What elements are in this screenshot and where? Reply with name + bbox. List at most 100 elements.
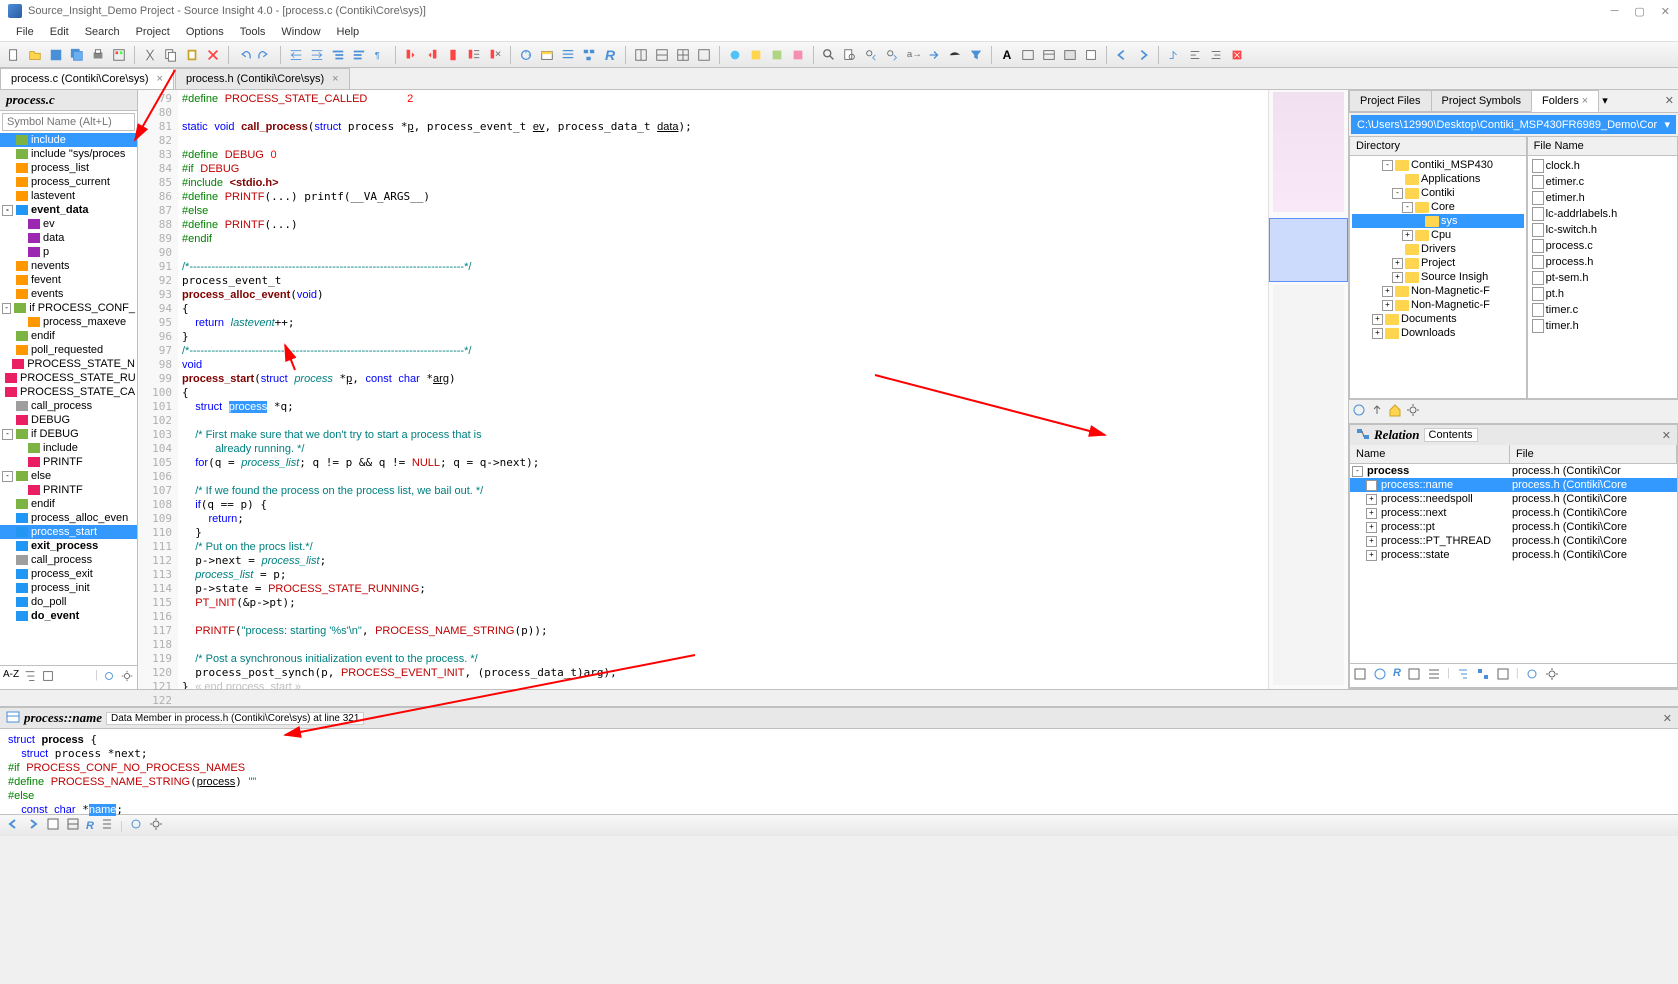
rel-btn7[interactable]	[1476, 667, 1490, 684]
file-item[interactable]: process.h	[1530, 254, 1675, 270]
menu-tools[interactable]: Tools	[232, 24, 274, 40]
split-4-button[interactable]	[673, 45, 693, 65]
symbol-item[interactable]: do_poll	[0, 595, 137, 609]
sym-tree-button[interactable]	[23, 669, 37, 686]
symbol-item[interactable]: fevent	[0, 273, 137, 287]
relation-item[interactable]: +process::nextprocess.h (Contiki\Core	[1350, 506, 1677, 520]
directory-item[interactable]: +Documents	[1352, 312, 1524, 326]
directory-item[interactable]: +Non-Magnetic-F	[1352, 298, 1524, 312]
tab-overflow-button[interactable]: ▾	[1598, 90, 1612, 112]
expand-icon[interactable]: -	[1352, 466, 1363, 477]
maximize-button[interactable]: ▢	[1634, 5, 1644, 18]
symbol-item[interactable]: data	[0, 231, 137, 245]
symbol-item[interactable]: include	[0, 133, 137, 147]
indent-button[interactable]	[349, 45, 369, 65]
right-tab[interactable]: Project Symbols	[1431, 90, 1532, 112]
bookmark-toggle-button[interactable]	[443, 45, 463, 65]
project-button[interactable]	[537, 45, 557, 65]
menu-edit[interactable]: Edit	[42, 24, 77, 40]
expand-icon[interactable]: +	[1366, 536, 1377, 547]
menu-file[interactable]: File	[8, 24, 42, 40]
relation-close-button[interactable]: ✕	[1662, 429, 1671, 442]
directory-item[interactable]: +Source Insigh	[1352, 270, 1524, 284]
menu-search[interactable]: Search	[77, 24, 128, 40]
tool3-button[interactable]	[1060, 45, 1080, 65]
sym-settings-button[interactable]	[120, 669, 134, 686]
code-content[interactable]: #define PROCESS_STATE_CALLED 2 static vo…	[178, 90, 1268, 689]
folder-refresh-button[interactable]	[1352, 403, 1366, 420]
symbol-item[interactable]: -if PROCESS_CONF_	[0, 301, 137, 315]
options-button[interactable]	[109, 45, 129, 65]
symbol-item[interactable]: process_maxeve	[0, 315, 137, 329]
directory-item[interactable]: +Project	[1352, 256, 1524, 270]
right-dock-close-button[interactable]: ✕	[1665, 94, 1674, 107]
delete-button[interactable]	[203, 45, 223, 65]
highlight3-button[interactable]	[767, 45, 787, 65]
filter-button[interactable]	[966, 45, 986, 65]
folder-up-button[interactable]	[1370, 403, 1384, 420]
rel-btn6[interactable]	[1456, 667, 1470, 684]
expand-icon[interactable]: +	[1392, 272, 1403, 283]
expand-icon[interactable]: +	[1402, 230, 1413, 241]
expand-icon[interactable]: -	[2, 205, 13, 216]
symbol-item[interactable]: PRINTF	[0, 455, 137, 469]
relation-list[interactable]: -processprocess.h (Contiki\Cor+process::…	[1350, 464, 1677, 663]
folder-path-dropdown[interactable]: C:\Users\12990\Desktop\Contiki_MSP430FR6…	[1351, 115, 1676, 134]
expand-icon[interactable]: +	[1366, 494, 1377, 505]
rel-settings-button[interactable]	[1545, 667, 1559, 684]
unsplit-button[interactable]	[694, 45, 714, 65]
relation-item[interactable]: +process::PT_THREADprocess.h (Contiki\Co…	[1350, 534, 1677, 548]
relation-item[interactable]: +process::needspollprocess.h (Contiki\Co…	[1350, 492, 1677, 506]
sym-refresh-button[interactable]	[102, 669, 116, 686]
open-file-button[interactable]	[25, 45, 45, 65]
menu-window[interactable]: Window	[273, 24, 328, 40]
expand-icon[interactable]: +	[1366, 522, 1377, 533]
stop-button[interactable]	[1227, 45, 1247, 65]
symbol-item[interactable]: DEBUG	[0, 413, 137, 427]
expand-icon[interactable]: +	[1366, 508, 1377, 519]
highlight2-button[interactable]	[746, 45, 766, 65]
directory-item[interactable]: +Non-Magnetic-F	[1352, 284, 1524, 298]
symbol-item[interactable]: -if DEBUG	[0, 427, 137, 441]
ctx-r-button[interactable]: R	[86, 820, 94, 832]
file-item[interactable]: timer.h	[1530, 318, 1675, 334]
symbol-item[interactable]: include	[0, 441, 137, 455]
expand-icon[interactable]: +	[1366, 550, 1377, 561]
code-editor[interactable]: 7980818283848586878889909192939495969798…	[138, 90, 1348, 689]
symbol-item[interactable]: include "sys/proces	[0, 147, 137, 161]
print-button[interactable]	[88, 45, 108, 65]
relation-button[interactable]: R	[600, 45, 620, 65]
expand-icon[interactable]: +	[1366, 480, 1377, 491]
expand-icon[interactable]: -	[2, 471, 13, 482]
tool4-button[interactable]	[1081, 45, 1101, 65]
directory-item[interactable]: -Contiki	[1352, 186, 1524, 200]
tab-close-button[interactable]: ×	[157, 73, 163, 85]
symbol-item[interactable]: poll_requested	[0, 343, 137, 357]
symbol-item[interactable]: process_exit	[0, 567, 137, 581]
folder-settings-button[interactable]	[1406, 403, 1420, 420]
split-v-button[interactable]	[652, 45, 672, 65]
rel-btn2[interactable]	[1373, 667, 1387, 684]
menu-project[interactable]: Project	[128, 24, 178, 40]
file-item[interactable]: lc-addrlabels.h	[1530, 206, 1675, 222]
rel-refresh-button[interactable]	[1525, 667, 1539, 684]
right-tab[interactable]: Project Files	[1349, 90, 1432, 112]
rel-btn1[interactable]	[1353, 667, 1367, 684]
symbol-item[interactable]: PROCESS_STATE_N	[0, 357, 137, 371]
menu-help[interactable]: Help	[329, 24, 368, 40]
goto-button[interactable]	[924, 45, 944, 65]
symbol-item[interactable]: call_process	[0, 399, 137, 413]
symbol-item[interactable]: nevents	[0, 259, 137, 273]
expand-icon[interactable]: -	[2, 303, 11, 314]
rel-btn4[interactable]	[1407, 667, 1421, 684]
indent-left-button[interactable]	[286, 45, 306, 65]
relation-name-header[interactable]: Name	[1350, 445, 1510, 463]
expand-icon[interactable]: +	[1372, 328, 1383, 339]
symbol-item[interactable]: process_init	[0, 581, 137, 595]
directory-item[interactable]: +Downloads	[1352, 326, 1524, 340]
directory-item[interactable]: -Core	[1352, 200, 1524, 214]
folder-home-button[interactable]	[1388, 403, 1402, 420]
relation-file-header[interactable]: File	[1510, 445, 1677, 463]
file-item[interactable]: process.c	[1530, 238, 1675, 254]
sym-filter-button[interactable]	[41, 669, 55, 686]
